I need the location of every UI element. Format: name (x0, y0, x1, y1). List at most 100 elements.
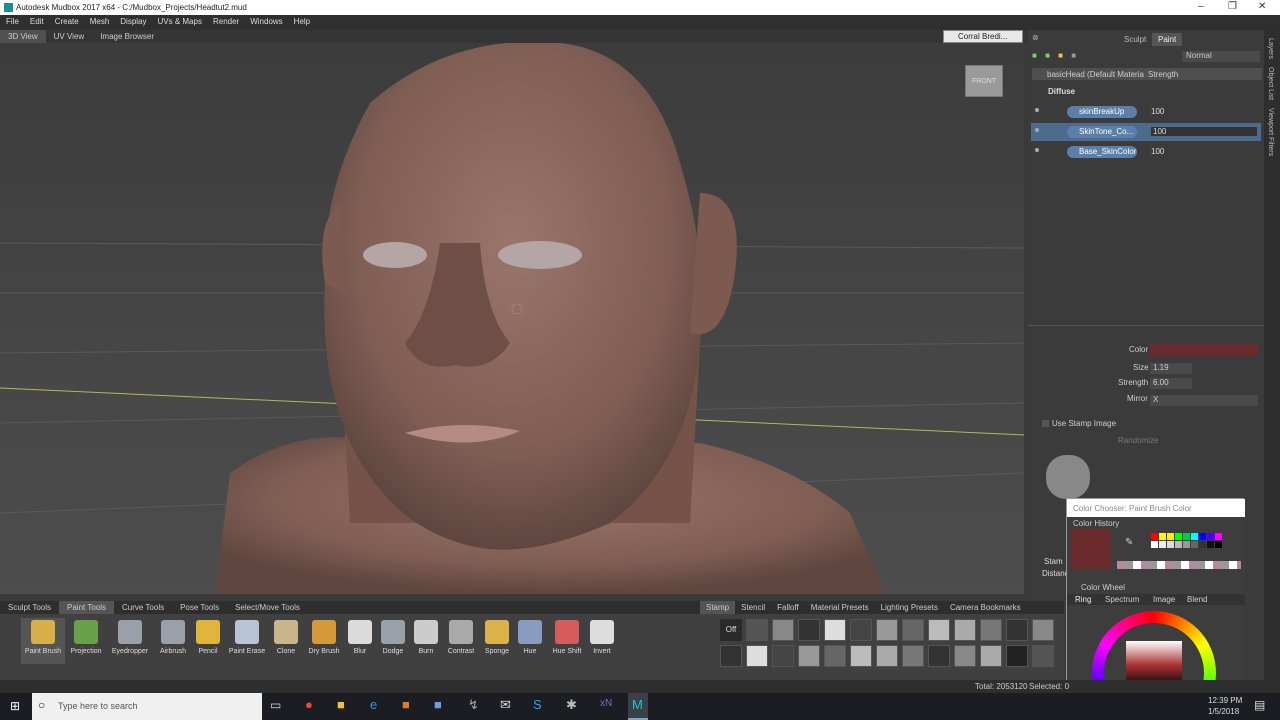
stamp-thumbnail[interactable] (902, 645, 924, 667)
stamp-thumbnail[interactable] (954, 619, 976, 641)
history-swatch[interactable] (1199, 533, 1206, 540)
stamp-thumbnail[interactable] (772, 619, 794, 641)
stamp-thumbnail[interactable] (824, 619, 846, 641)
stamp-thumbnail[interactable] (876, 619, 898, 641)
blend-mode-select[interactable]: Normal (1182, 51, 1260, 62)
tool-pencil[interactable]: Pencil (186, 618, 230, 664)
history-swatch[interactable] (1151, 541, 1158, 548)
menu-file[interactable]: File (0, 15, 24, 26)
stamp-thumbnail[interactable] (1006, 619, 1028, 641)
tab-stencil[interactable]: Stencil (735, 601, 771, 614)
stamp-thumbnail[interactable] (876, 645, 898, 667)
panel-close-icon[interactable]: ⊗ (1032, 33, 1039, 42)
duplicate-layer-icon[interactable]: ■ (1045, 51, 1050, 60)
tab-image-browser[interactable]: Image Browser (92, 30, 162, 43)
tab-paint-tools[interactable]: Paint Tools (59, 601, 114, 614)
menu-uvs-maps[interactable]: UVs & Maps (152, 15, 207, 26)
eyedropper-icon[interactable]: ✎ (1125, 537, 1133, 548)
stamp-thumbnail[interactable] (746, 619, 768, 641)
tab-stamp[interactable]: Stamp (700, 601, 736, 614)
side-tab-object-list[interactable]: Object List (1267, 67, 1274, 100)
layer-strength[interactable]: 100 (1151, 127, 1257, 136)
tab-3d-view[interactable]: 3D View (0, 30, 46, 43)
strength-field[interactable]: 6.00 (1150, 378, 1192, 389)
tab-uv-view[interactable]: UV View (46, 30, 93, 43)
stamp-thumbnail[interactable] (980, 645, 1002, 667)
stamp-thumbnail[interactable] (824, 645, 846, 667)
history-swatch[interactable] (1159, 541, 1166, 548)
history-swatch[interactable] (1183, 533, 1190, 540)
color-swatch[interactable] (1150, 344, 1258, 356)
side-tab-layers[interactable]: Layers (1267, 38, 1274, 59)
tab-spectrum[interactable]: Spectrum (1105, 595, 1139, 604)
stamp-thumbnail[interactable] (1006, 645, 1028, 667)
visibility-icon[interactable] (1035, 148, 1039, 152)
tool-paint-erase[interactable]: Paint Erase (225, 618, 269, 664)
menu-create[interactable]: Create (49, 15, 84, 26)
menu-windows[interactable]: Windows (244, 15, 287, 26)
visibility-icon[interactable] (1035, 108, 1039, 112)
menu-mesh[interactable]: Mesh (84, 15, 115, 26)
windows-start-icon[interactable]: ⊞ (10, 699, 20, 713)
history-swatch[interactable] (1175, 541, 1182, 548)
task-view-icon[interactable]: ▭ (270, 698, 281, 712)
history-swatch[interactable] (1167, 541, 1174, 548)
3d-viewport[interactable]: FRONT (0, 43, 1024, 594)
app-icon[interactable]: ✱ (566, 697, 577, 713)
stamp-thumbnail[interactable] (928, 645, 950, 667)
menu-help[interactable]: Help (288, 15, 315, 26)
stamp-thumbnail[interactable] (850, 619, 872, 641)
folder-icon[interactable]: ■ (1058, 51, 1063, 60)
layer-strength[interactable]: 100 (1151, 107, 1164, 116)
stamp-off-button[interactable]: Off (720, 619, 742, 641)
store-icon[interactable]: ■ (402, 697, 410, 712)
delete-layer-icon[interactable]: ■ (1071, 51, 1076, 60)
clock-date[interactable]: 1/5/2018 (1208, 707, 1239, 716)
size-field[interactable]: 1.19 (1150, 363, 1192, 374)
stamp-thumbnail[interactable] (954, 645, 976, 667)
stamp-thumbnail[interactable] (1046, 455, 1090, 499)
tab-paint[interactable]: Paint (1152, 33, 1183, 46)
history-swatch[interactable] (1159, 533, 1166, 540)
tab-ring[interactable]: Ring (1075, 595, 1091, 604)
menu-render[interactable]: Render (207, 15, 244, 26)
visibility-icon[interactable] (1035, 128, 1039, 132)
layer-row[interactable]: skinBreakUp 100 (1031, 103, 1261, 121)
tab-material-presets[interactable]: Material Presets (805, 601, 875, 614)
stamp-thumbnail[interactable] (720, 645, 742, 667)
stamp-thumbnail[interactable] (902, 619, 924, 641)
skype-icon[interactable]: S (533, 697, 542, 712)
stamp-thumbnail[interactable] (980, 619, 1002, 641)
tab-pose-tools[interactable]: Pose Tools (172, 601, 227, 614)
minimize-icon[interactable]: – (1198, 1, 1204, 12)
history-swatch[interactable] (1215, 533, 1222, 540)
history-swatch[interactable] (1167, 533, 1174, 540)
clock-time[interactable]: 12:39 PM (1208, 696, 1242, 705)
app-icon[interactable]: ↯ (468, 697, 479, 713)
menu-edit[interactable]: Edit (24, 15, 49, 26)
history-swatch[interactable] (1207, 541, 1214, 548)
tab-curve-tools[interactable]: Curve Tools (114, 601, 172, 614)
edge-icon[interactable]: e (370, 697, 377, 712)
layer-name[interactable]: SkinTone_Co... (1067, 126, 1137, 138)
mudbox-taskbar-icon[interactable]: M (628, 693, 648, 720)
tool-eyedropper[interactable]: Eyedropper (108, 618, 152, 664)
side-tab-viewport-filters[interactable]: Viewport Filters (1267, 108, 1274, 156)
history-swatch[interactable] (1191, 541, 1198, 548)
layer-strength[interactable]: 100 (1151, 147, 1164, 156)
tab-sculpt-tools[interactable]: Sculpt Tools (0, 601, 59, 614)
history-strip[interactable] (1117, 561, 1241, 569)
notifications-icon[interactable]: ▤ (1254, 698, 1265, 712)
use-stamp-checkbox[interactable] (1042, 420, 1049, 427)
history-swatch[interactable] (1191, 533, 1198, 540)
restore-icon[interactable]: ❐ (1228, 1, 1237, 12)
tab-sculpt[interactable]: Sculpt (1118, 33, 1152, 46)
chrome-icon[interactable]: ● (305, 697, 313, 712)
stamp-thumbnail[interactable] (798, 645, 820, 667)
stamp-thumbnail[interactable] (928, 619, 950, 641)
menu-display[interactable]: Display (114, 15, 151, 26)
view-cube[interactable]: FRONT (965, 65, 1003, 97)
color-ring[interactable] (1089, 611, 1219, 681)
taskbar-search-box[interactable]: ○ Type here to search (32, 693, 262, 720)
saturation-value-square[interactable] (1126, 641, 1182, 681)
